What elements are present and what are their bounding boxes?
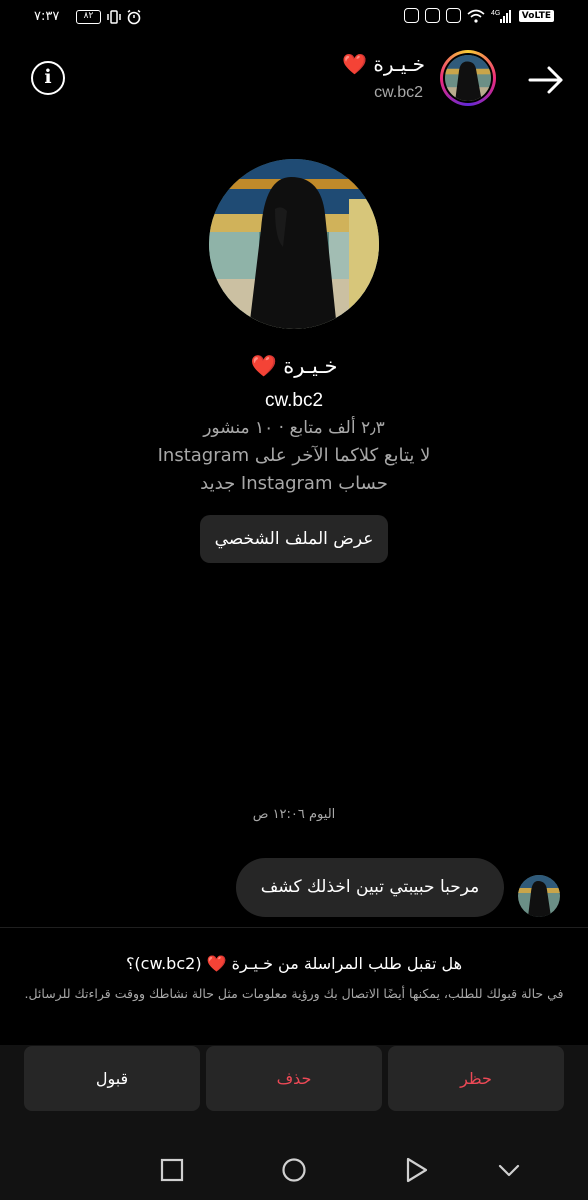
new-account-notice: حساب Instagram جديد xyxy=(200,473,388,494)
vibrate-icon xyxy=(107,10,121,24)
youtube-notification-icon xyxy=(403,8,419,23)
nav-collapse-icon[interactable] xyxy=(496,1157,522,1183)
view-profile-button[interactable]: عرض الملف الشخصي xyxy=(200,515,388,563)
wifi-icon xyxy=(467,9,485,23)
signal-icon: 4G xyxy=(491,9,511,23)
nav-home-icon[interactable] xyxy=(281,1157,307,1183)
message-bubble[interactable]: مرحبا حبيبتي تبين اخذلك كشف xyxy=(236,858,504,917)
network-label: 4G xyxy=(491,10,500,17)
alarm-icon xyxy=(127,9,141,25)
header-username[interactable]: cw.bc2 xyxy=(374,84,423,102)
volte-badge: VoLTE xyxy=(518,9,554,22)
status-time: ٧:٣٧ xyxy=(34,9,60,24)
system-navigation-bar xyxy=(0,1140,588,1200)
message-request-panel: هل تقبل طلب المراسلة من خـيـرة ❤️ (cw.bc… xyxy=(0,927,588,1045)
nav-back-icon[interactable] xyxy=(403,1157,429,1183)
status-bar: ٧:٣٧ ٨٢ 4G VoLTE xyxy=(0,0,588,36)
header-display-name[interactable]: خـيـرة ❤️ xyxy=(342,52,425,76)
profile-display-name: خـيـرة ❤️ xyxy=(250,354,338,378)
block-button[interactable]: حظر xyxy=(388,1046,564,1111)
nav-recents-icon[interactable] xyxy=(159,1157,185,1183)
header-avatar-image xyxy=(445,55,491,101)
accept-button[interactable]: قبول xyxy=(24,1046,200,1111)
profile-username: cw.bc2 xyxy=(264,390,324,411)
request-actions: قبول حذف حظر xyxy=(0,1045,588,1140)
delete-button[interactable]: حذف xyxy=(206,1046,382,1111)
header-avatar[interactable] xyxy=(440,50,496,106)
status-icons-right: 4G VoLTE xyxy=(403,8,554,23)
battery-indicator: ٨٢ xyxy=(76,10,101,24)
request-description: في حالة قبولك للطلب، يمكنها أيضًا الاتصا… xyxy=(24,986,564,1001)
message-timestamp: اليوم ١٢:٠٦ ص xyxy=(252,807,336,822)
status-icons-left xyxy=(106,9,142,25)
info-icon[interactable]: i xyxy=(31,61,65,95)
back-arrow-icon[interactable] xyxy=(528,62,564,98)
sender-avatar[interactable] xyxy=(518,875,560,917)
profile-picture[interactable] xyxy=(209,159,379,329)
instagram-notification-icon xyxy=(424,8,440,23)
instagram-notification-icon xyxy=(445,8,461,23)
request-title: هل تقبل طلب المراسلة من خـيـرة ❤️ (cw.bc… xyxy=(125,954,463,973)
follow-status: لا يتابع كلاكما الآخر على Instagram xyxy=(157,445,431,466)
profile-stats: ٢٫٣ ألف متابع · ١٠ منشور xyxy=(203,418,385,438)
